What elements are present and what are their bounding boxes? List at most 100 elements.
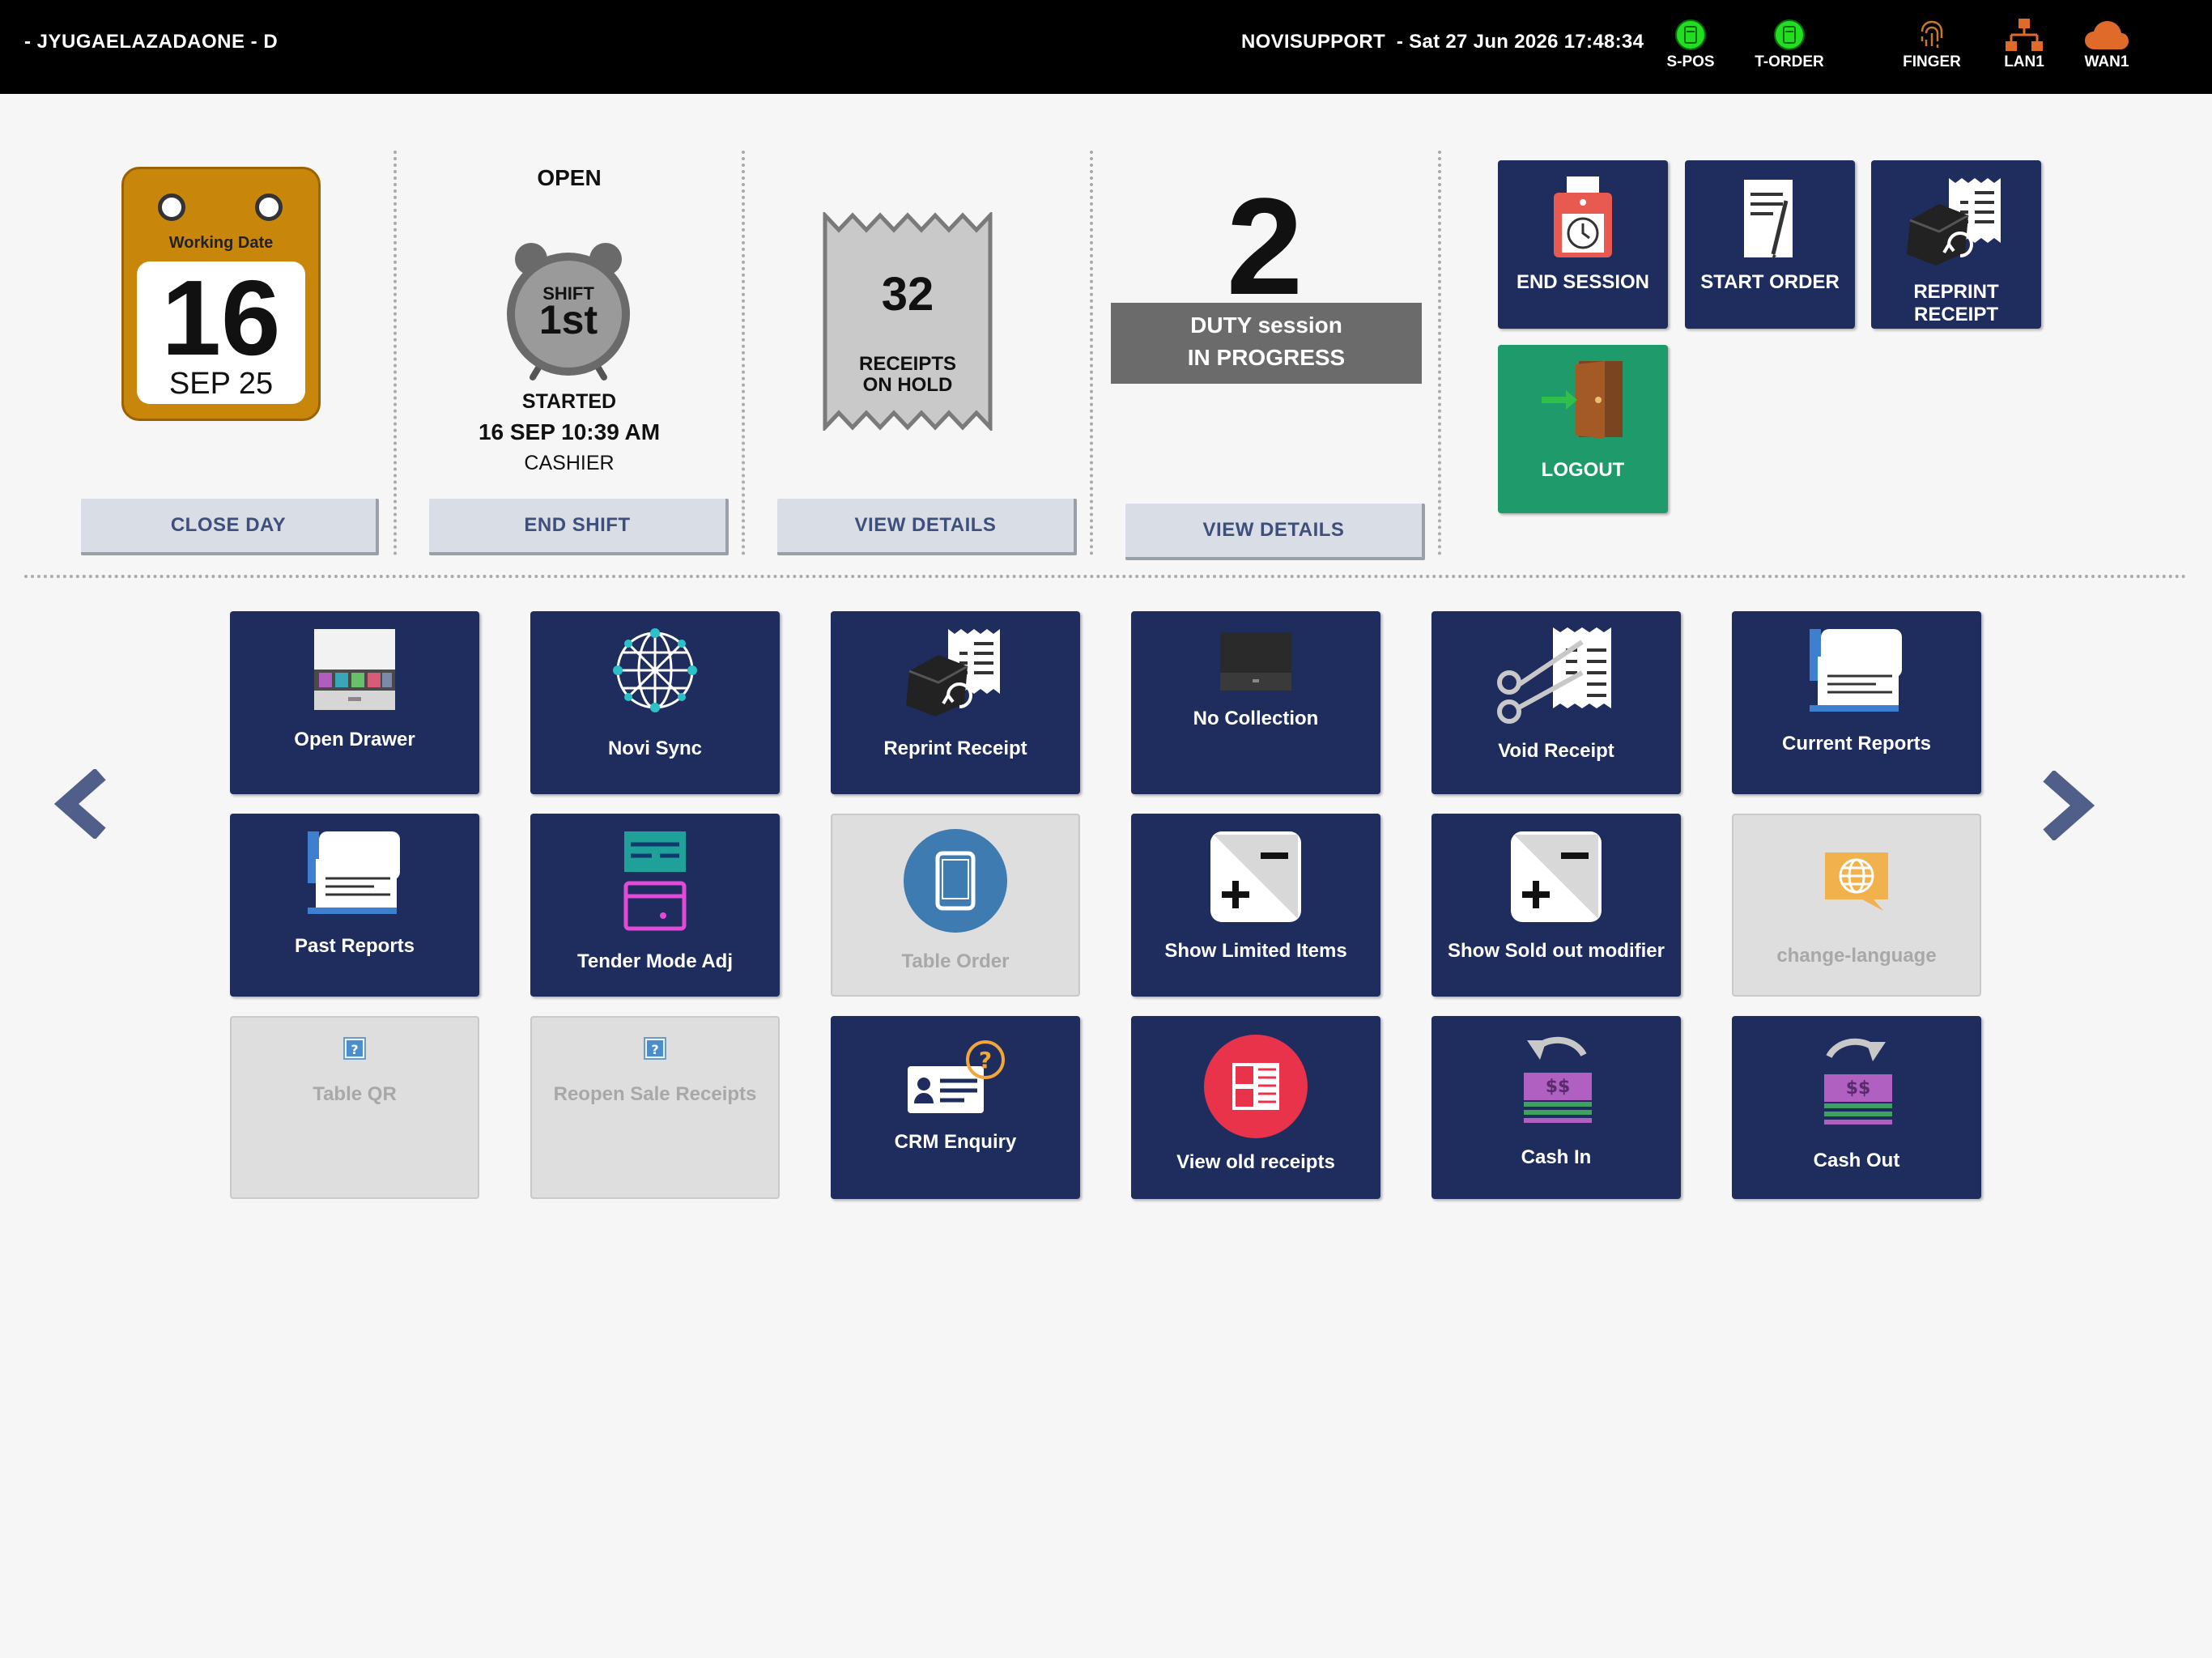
view-held-receipts-button[interactable]: VIEW DETAILS — [777, 499, 1077, 555]
user-datetime: NOVISUPPORT - Sat 27 Jun 2026 17:48:34 — [1241, 31, 1644, 53]
receipts-hold-line1: RECEIPTS — [858, 353, 957, 375]
cash-out-icon: $$ — [1816, 1032, 1897, 1133]
logout-button[interactable]: LOGOUT — [1498, 345, 1668, 513]
table-qr-button[interactable]: ? Table QR — [230, 1016, 479, 1199]
working-date-label: Working Date — [168, 234, 274, 252]
receipts-on-hold-card: 32 RECEIPTS ON HOLD — [823, 210, 993, 433]
calendar-ring — [158, 193, 185, 221]
receipt-printer-icon — [1904, 175, 2009, 273]
reprint-receipt-line1: REPRINT — [1913, 281, 1999, 303]
crm-enquiry-button[interactable]: ? CRM Enquiry — [831, 1016, 1080, 1199]
show-sold-out-modifier-button[interactable]: Show Sold out modifier — [1431, 814, 1681, 997]
show-sold-out-modifier-label: Show Sold out modifier — [1448, 940, 1665, 962]
end-session-label: END SESSION — [1516, 271, 1650, 293]
printer-online-icon — [1646, 16, 1735, 53]
terminal-name: - JYUGAELAZADAONE - D — [24, 31, 279, 53]
table-order-label: Table Order — [901, 950, 1010, 972]
divider — [1438, 151, 1441, 555]
no-collection-button[interactable]: No Collection — [1131, 611, 1380, 794]
svg-text:?: ? — [351, 1042, 358, 1057]
past-reports-button[interactable]: Past Reports — [230, 814, 479, 997]
cloud-icon — [2062, 16, 2151, 53]
receipts-hold-count: 32 — [881, 268, 934, 321]
receipt-printer-icon — [903, 626, 1008, 724]
help-placeholder-icon: ? — [644, 1037, 666, 1064]
reprint-receipt-line2: RECEIPT — [1913, 304, 1998, 325]
plus-minus-icon — [1509, 830, 1603, 928]
next-page-arrow-icon[interactable] — [2039, 769, 2095, 844]
top-bar: - JYUGAELAZADAONE - D NOVISUPPORT - Sat … — [0, 0, 2212, 94]
view-old-receipts-button[interactable]: View old receipts — [1131, 1016, 1380, 1199]
status-label: T-ORDER — [1755, 53, 1824, 70]
status-label: LAN1 — [2004, 53, 2044, 70]
tray-icon — [1219, 631, 1293, 696]
working-date-calendar: Working Date 16 SEP 25 — [121, 167, 321, 421]
cash-symbol: $$ — [1546, 1077, 1571, 1097]
end-shift-button[interactable]: END SHIFT — [429, 499, 729, 555]
open-drawer-button[interactable]: Open Drawer — [230, 611, 479, 794]
void-receipt-button[interactable]: Void Receipt — [1431, 611, 1681, 794]
no-collection-label: No Collection — [1193, 708, 1319, 729]
status-finger[interactable]: FINGER — [1887, 16, 1976, 71]
calendar-ring — [255, 193, 283, 221]
svg-text:?: ? — [979, 1047, 992, 1073]
scissors-receipt-icon — [1493, 624, 1619, 730]
status-lan1[interactable]: LAN1 — [1980, 16, 2069, 71]
divider — [742, 151, 745, 555]
show-limited-items-label: Show Limited Items — [1164, 940, 1347, 962]
cash-symbol: $$ — [1846, 1078, 1871, 1099]
reprint-receipt-label: Reprint Receipt — [883, 738, 1027, 759]
tablet-icon — [903, 828, 1008, 937]
plus-minus-icon — [1209, 830, 1303, 928]
duty-line1: DUTY session — [1190, 312, 1342, 338]
language-globe-icon — [1820, 848, 1893, 916]
duty-session-banner: DUTY session IN PROGRESS — [1111, 303, 1422, 384]
view-duty-sessions-button[interactable]: VIEW DETAILS — [1125, 504, 1425, 560]
novi-sync-button[interactable]: Novi Sync — [530, 611, 780, 794]
divider — [1090, 151, 1093, 555]
status-label: FINGER — [1903, 53, 1961, 70]
globe-network-icon — [610, 626, 700, 719]
shift-status: OPEN — [537, 165, 602, 190]
table-qr-label: Table QR — [313, 1083, 397, 1105]
svg-text:?: ? — [651, 1042, 658, 1057]
id-card-question-icon: ? — [904, 1039, 1006, 1120]
reprint-receipt-button[interactable]: Reprint Receipt — [831, 611, 1080, 794]
fingerprint-icon — [1887, 16, 1976, 53]
novi-sync-label: Novi Sync — [607, 738, 703, 759]
table-order-button[interactable]: Table Order — [831, 814, 1080, 997]
status-label: WAN1 — [2084, 53, 2129, 70]
duty-session-count: 2 — [1226, 170, 1304, 324]
change-language-button[interactable]: change-language — [1732, 814, 1981, 997]
open-drawer-label: Open Drawer — [294, 729, 415, 750]
close-day-button[interactable]: CLOSE DAY — [81, 499, 379, 555]
status-torder[interactable]: T-ORDER — [1745, 16, 1834, 71]
view-old-receipts-label: View old receipts — [1176, 1151, 1335, 1173]
printer-online-icon — [1745, 16, 1834, 53]
status-wan1[interactable]: WAN1 — [2062, 16, 2151, 71]
alarm-clock-icon: SHIFT 1st — [504, 240, 633, 382]
time-clock-icon — [1551, 175, 1615, 265]
receipts-hold-line2: ON HOLD — [862, 374, 953, 396]
current-reports-button[interactable]: Current Reports — [1732, 611, 1981, 794]
report-printout-icon — [306, 828, 403, 921]
cash-in-button[interactable]: $$ Cash In — [1431, 1016, 1681, 1199]
cash-out-button[interactable]: $$ Cash Out — [1732, 1016, 1981, 1199]
status-spos[interactable]: S-POS — [1646, 16, 1735, 71]
payment-cards-icon — [621, 828, 689, 941]
shift-number: 1st — [538, 297, 598, 342]
show-limited-items-button[interactable]: Show Limited Items — [1131, 814, 1380, 997]
duty-line2: IN PROGRESS — [1187, 345, 1346, 370]
tender-mode-adj-button[interactable]: Tender Mode Adj — [530, 814, 780, 997]
help-placeholder-icon: ? — [343, 1037, 366, 1064]
network-icon — [1980, 16, 2069, 53]
current-reports-label: Current Reports — [1781, 733, 1932, 755]
previous-page-arrow-icon[interactable] — [53, 767, 110, 843]
reprint-receipt-quick-button[interactable]: REPRINT RECEIPT — [1871, 160, 2041, 329]
tender-mode-adj-label: Tender Mode Adj — [577, 950, 733, 972]
cash-out-label: Cash Out — [1813, 1150, 1900, 1171]
reopen-sale-receipts-button[interactable]: ? Reopen Sale Receipts — [530, 1016, 780, 1199]
start-order-button[interactable]: START ORDER — [1685, 160, 1855, 329]
reopen-sale-receipts-label: Reopen Sale Receipts — [553, 1083, 757, 1105]
end-session-button[interactable]: END SESSION — [1498, 160, 1668, 329]
